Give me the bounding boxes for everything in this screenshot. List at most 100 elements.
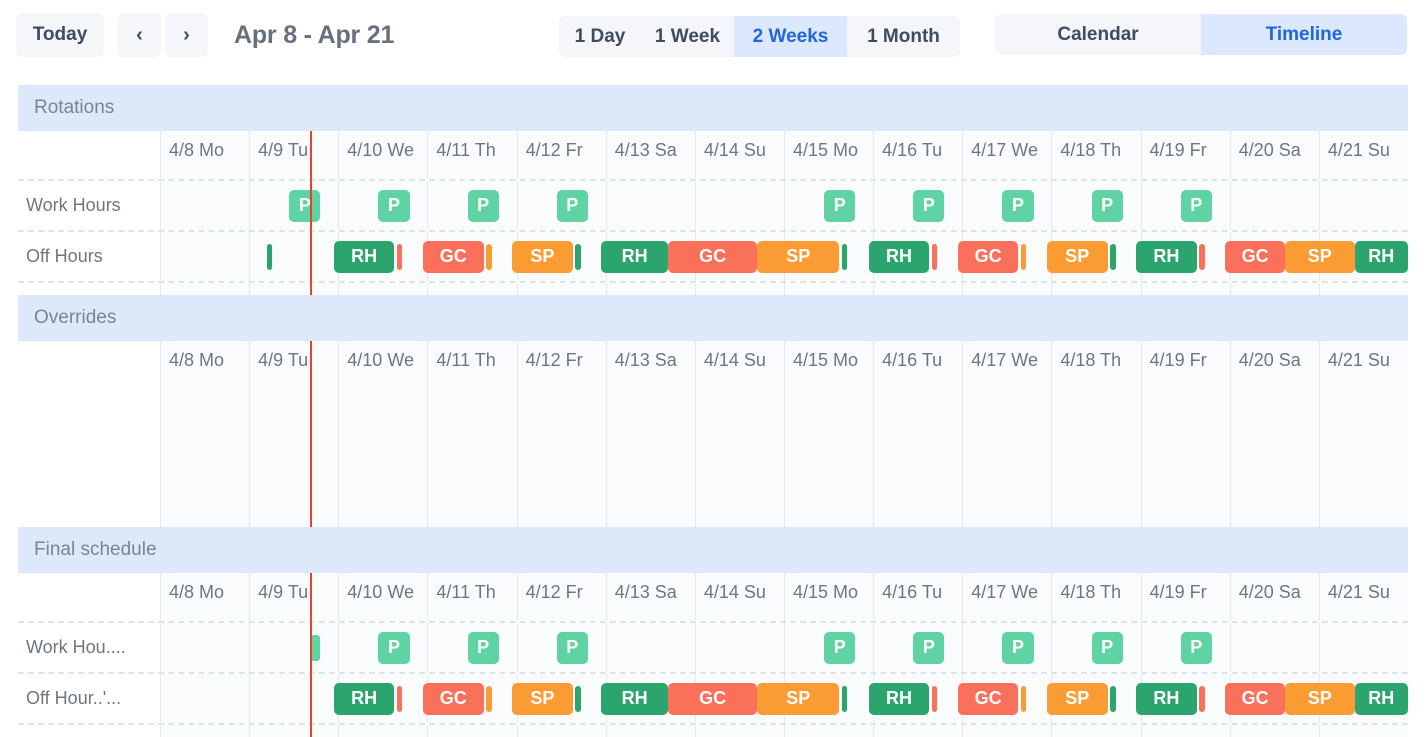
shift-block-gc[interactable]: GC (958, 241, 1019, 273)
date-header-cell[interactable]: 4/13 Sa (606, 341, 695, 389)
date-header-cell[interactable]: 4/21 Su (1319, 573, 1408, 621)
date-header-cell[interactable]: 4/20 Sa (1230, 131, 1319, 179)
date-header-cell[interactable]: 4/10 We (338, 573, 427, 621)
tab-timeline[interactable]: Timeline (1201, 14, 1407, 55)
shift-block-p[interactable]: P (1002, 632, 1033, 664)
shift-sliver[interactable] (575, 686, 580, 712)
date-header-cell[interactable]: 4/17 We (962, 573, 1051, 621)
date-header-cell[interactable]: 4/16 Tu (873, 131, 962, 179)
shift-block-rh[interactable]: RH (869, 241, 930, 273)
day-cell[interactable] (249, 389, 338, 527)
date-header-cell[interactable]: 4/18 Th (1051, 573, 1140, 621)
today-button[interactable]: Today (16, 13, 104, 57)
date-header-cell[interactable]: 4/16 Tu (873, 341, 962, 389)
date-header-cell[interactable]: 4/13 Sa (606, 131, 695, 179)
previous-period-button[interactable]: ‹ (118, 13, 161, 57)
shift-block-rh[interactable]: RH (1136, 241, 1197, 273)
day-cell[interactable] (695, 283, 784, 295)
day-cell[interactable] (606, 725, 695, 737)
date-header-cell[interactable]: 4/11 Th (427, 131, 516, 179)
day-cell[interactable] (160, 725, 249, 737)
shift-sliver[interactable] (486, 686, 491, 712)
day-cell[interactable] (427, 283, 516, 295)
day-cell[interactable] (1230, 181, 1319, 230)
day-cell[interactable] (338, 389, 427, 527)
day-cell[interactable] (249, 623, 338, 672)
day-cell[interactable] (962, 389, 1051, 527)
day-cell[interactable] (338, 283, 427, 295)
next-period-button[interactable]: › (165, 13, 208, 57)
day-cell[interactable] (784, 283, 873, 295)
day-cell[interactable] (160, 389, 249, 527)
day-cell[interactable] (249, 674, 338, 723)
day-cell[interactable] (962, 283, 1051, 295)
day-cell[interactable] (160, 232, 249, 281)
date-header-cell[interactable]: 4/10 We (338, 341, 427, 389)
shift-block-rh[interactable]: RH (334, 241, 395, 273)
shift-sliver[interactable] (1021, 686, 1026, 712)
shift-block-rh[interactable]: RH (869, 683, 930, 715)
date-header-cell[interactable]: 4/11 Th (427, 341, 516, 389)
day-cell[interactable] (517, 283, 606, 295)
day-cell[interactable] (1319, 181, 1408, 230)
date-header-cell[interactable]: 4/8 Mo (160, 573, 249, 621)
shift-sliver[interactable] (932, 244, 937, 270)
day-cell[interactable] (1051, 725, 1140, 737)
shift-block-p[interactable]: P (1181, 190, 1212, 222)
day-cell[interactable] (695, 181, 784, 230)
shift-block-p[interactable]: P (1002, 190, 1033, 222)
shift-block-rh[interactable]: RH (601, 241, 668, 273)
date-header-cell[interactable]: 4/17 We (962, 341, 1051, 389)
date-header-cell[interactable]: 4/11 Th (427, 573, 516, 621)
shift-block-p[interactable]: P (468, 190, 499, 222)
shift-block-p[interactable]: P (1092, 190, 1123, 222)
day-cell[interactable] (1319, 623, 1408, 672)
day-cell[interactable] (1051, 389, 1140, 527)
shift-sliver[interactable] (932, 686, 937, 712)
day-cell[interactable] (1230, 623, 1319, 672)
shift-block-p[interactable]: P (557, 190, 588, 222)
shift-sliver[interactable] (486, 244, 491, 270)
day-cell[interactable] (249, 283, 338, 295)
date-header-cell[interactable]: 4/15 Mo (784, 131, 873, 179)
day-cell[interactable] (695, 725, 784, 737)
shift-block-gc[interactable]: GC (668, 683, 757, 715)
date-header-cell[interactable]: 4/9 Tu (249, 341, 338, 389)
day-cell[interactable] (873, 283, 962, 295)
shift-block-p[interactable]: P (1092, 632, 1123, 664)
day-cell[interactable] (1319, 725, 1408, 737)
shift-block-rh[interactable]: RH (1355, 241, 1408, 273)
shift-block-rh[interactable]: RH (601, 683, 668, 715)
date-header-cell[interactable]: 4/18 Th (1051, 341, 1140, 389)
shift-sliver[interactable] (842, 244, 847, 270)
shift-block-gc[interactable]: GC (423, 241, 484, 273)
day-cell[interactable] (517, 389, 606, 527)
shift-block-rh[interactable]: RH (1355, 683, 1408, 715)
shift-block-sp[interactable]: SP (512, 241, 573, 273)
day-cell[interactable] (784, 389, 873, 527)
shift-block-gc[interactable]: GC (423, 683, 484, 715)
shift-sliver[interactable] (575, 244, 580, 270)
date-header-cell[interactable]: 4/14 Su (695, 341, 784, 389)
date-header-cell[interactable]: 4/19 Fr (1141, 341, 1230, 389)
tab-2-weeks[interactable]: 2 Weeks (734, 16, 847, 57)
day-cell[interactable] (1230, 725, 1319, 737)
day-cell[interactable] (1319, 389, 1408, 527)
shift-block-gc[interactable]: GC (1225, 683, 1285, 715)
date-header-cell[interactable]: 4/12 Fr (517, 573, 606, 621)
day-cell[interactable] (1141, 725, 1230, 737)
day-cell[interactable] (606, 283, 695, 295)
shift-block-p[interactable]: P (289, 190, 320, 222)
day-cell[interactable] (160, 623, 249, 672)
shift-block-sp[interactable]: SP (1285, 683, 1355, 715)
shift-block-sp[interactable]: SP (757, 683, 839, 715)
day-cell[interactable] (1319, 283, 1408, 295)
date-header-cell[interactable]: 4/16 Tu (873, 573, 962, 621)
shift-block-p[interactable]: P (1181, 632, 1212, 664)
shift-block-p[interactable]: P (378, 190, 409, 222)
date-header-cell[interactable]: 4/14 Su (695, 573, 784, 621)
day-cell[interactable] (517, 725, 606, 737)
date-header-cell[interactable]: 4/8 Mo (160, 131, 249, 179)
date-header-cell[interactable]: 4/21 Su (1319, 341, 1408, 389)
date-header-cell[interactable]: 4/19 Fr (1141, 573, 1230, 621)
